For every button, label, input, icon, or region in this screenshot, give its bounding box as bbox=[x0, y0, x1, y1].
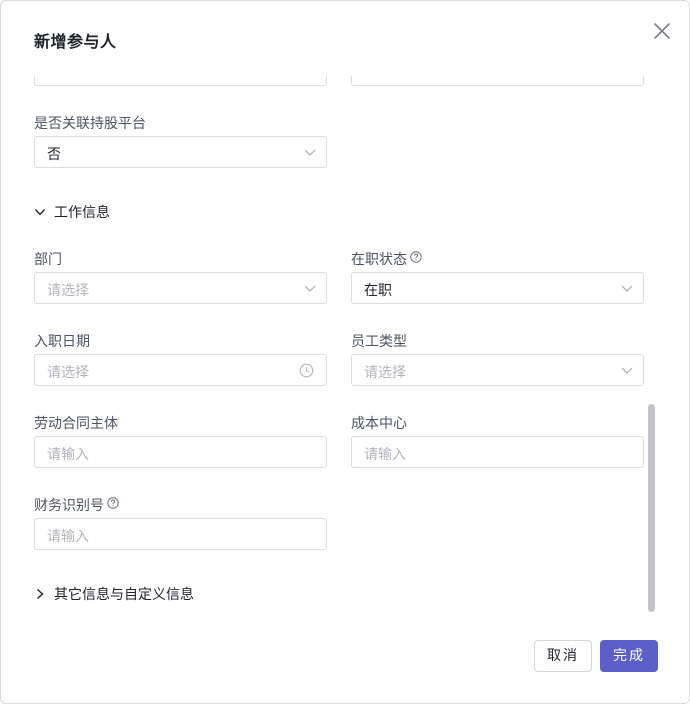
hire-date-label: 入职日期 bbox=[34, 334, 90, 350]
hire-date-picker[interactable]: 请选择 bbox=[34, 354, 327, 386]
finance-id-input[interactable]: 请输入 bbox=[34, 518, 327, 550]
add-participant-dialog: 新增参与人 是否关联持股平台 否 工作信息 部门 请选择 在职状态 在职 入职日… bbox=[0, 0, 690, 704]
work-info-section-label: 工作信息 bbox=[54, 205, 110, 221]
complete-button[interactable]: 完成 bbox=[600, 640, 658, 672]
link-platform-label: 是否关联持股平台 bbox=[34, 116, 146, 132]
employee-type-label: 员工类型 bbox=[351, 334, 407, 350]
work-info-section-toggle[interactable]: 工作信息 bbox=[34, 202, 110, 222]
close-icon[interactable] bbox=[651, 20, 673, 42]
cost-center-label: 成本中心 bbox=[351, 416, 407, 432]
cost-center-placeholder: 请输入 bbox=[364, 447, 406, 463]
link-platform-select[interactable]: 否 bbox=[34, 136, 327, 168]
department-label: 部门 bbox=[34, 252, 62, 268]
link-platform-value: 否 bbox=[47, 147, 61, 163]
cancel-button[interactable]: 取消 bbox=[534, 640, 592, 672]
finance-id-label-text: 财务识别号 bbox=[34, 498, 104, 514]
scrolled-field-left[interactable] bbox=[34, 76, 327, 86]
chevron-down-icon bbox=[304, 285, 316, 292]
chevron-down-icon bbox=[621, 367, 633, 374]
labor-contract-entity-placeholder: 请输入 bbox=[47, 447, 89, 463]
hire-date-placeholder: 请选择 bbox=[47, 365, 89, 381]
employment-status-label-text: 在职状态 bbox=[351, 252, 407, 268]
chevron-right-icon bbox=[37, 588, 44, 600]
help-circle-icon[interactable] bbox=[107, 497, 119, 509]
cost-center-input[interactable]: 请输入 bbox=[351, 436, 644, 468]
department-select[interactable]: 请选择 bbox=[34, 272, 327, 304]
chevron-down-icon bbox=[304, 149, 316, 156]
clock-icon bbox=[299, 363, 314, 378]
employment-status-select[interactable]: 在职 bbox=[351, 272, 644, 304]
department-placeholder: 请选择 bbox=[47, 283, 89, 299]
scrolled-field-right[interactable] bbox=[351, 76, 644, 86]
employee-type-select[interactable]: 请选择 bbox=[351, 354, 644, 386]
dialog-title: 新增参与人 bbox=[34, 32, 117, 51]
scrollbar-thumb[interactable] bbox=[648, 404, 655, 612]
employee-type-placeholder: 请选择 bbox=[364, 365, 406, 381]
employment-status-value: 在职 bbox=[364, 283, 392, 299]
other-info-section-toggle[interactable]: 其它信息与自定义信息 bbox=[34, 584, 194, 604]
finance-id-label: 财务识别号 bbox=[34, 495, 119, 515]
labor-contract-entity-input[interactable]: 请输入 bbox=[34, 436, 327, 468]
chevron-down-icon bbox=[621, 285, 633, 292]
help-circle-icon[interactable] bbox=[410, 251, 422, 263]
other-info-section-label: 其它信息与自定义信息 bbox=[54, 587, 194, 603]
employment-status-label: 在职状态 bbox=[351, 249, 422, 269]
labor-contract-entity-label: 劳动合同主体 bbox=[34, 416, 118, 432]
chevron-down-icon bbox=[34, 209, 46, 216]
finance-id-placeholder: 请输入 bbox=[47, 529, 89, 545]
